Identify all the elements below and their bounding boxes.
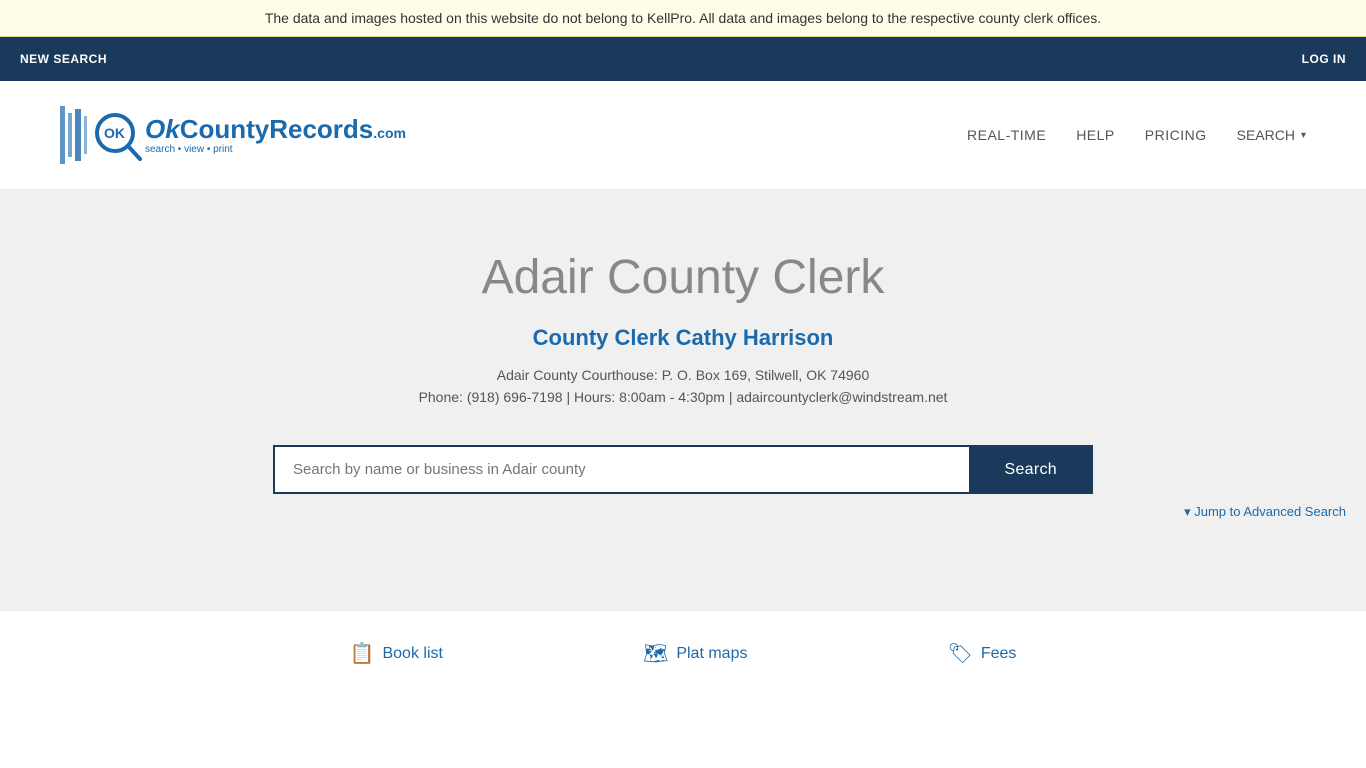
search-bar: Search — [273, 445, 1093, 494]
notice-banner: The data and images hosted on this websi… — [0, 0, 1366, 37]
logo-dotcom: .com — [373, 125, 406, 141]
nav-realtime[interactable]: REAL-TIME — [967, 127, 1046, 143]
footer-link-book-list[interactable]: 📋 Book list — [350, 641, 443, 666]
footer: 📋 Book list 🗺 Plat maps 🏷 Fees — [0, 610, 1366, 696]
log-in-link[interactable]: LOG IN — [1302, 52, 1346, 66]
logo-tagline: search • view • print — [145, 144, 406, 155]
logo-graphic: OK — [60, 101, 145, 169]
search-button[interactable]: Search — [969, 445, 1094, 494]
logo-area[interactable]: OK OkCountyRecords.com search • view • p… — [60, 101, 406, 169]
top-nav: NEW SEARCH LOG IN — [0, 37, 1366, 81]
footer-link-plat-maps[interactable]: 🗺 Plat maps — [643, 641, 748, 666]
clerk-name: County Clerk Cathy Harrison — [533, 325, 834, 351]
county-address: Adair County Courthouse: P. O. Box 169, … — [497, 367, 870, 383]
county-title: Adair County Clerk — [482, 250, 885, 305]
footer-link-fees[interactable]: 🏷 Fees — [947, 641, 1016, 666]
advanced-search-link[interactable]: ▾ Jump to Advanced Search — [1184, 504, 1346, 519]
search-input[interactable] — [273, 445, 969, 494]
county-phone: Phone: (918) 696-7198 | Hours: 8:00am - … — [419, 389, 948, 405]
main-content: Adair County Clerk County Clerk Cathy Ha… — [0, 190, 1366, 610]
main-nav: REAL-TIME HELP PRICING SEARCH ▾ — [967, 127, 1306, 143]
svg-text:OK: OK — [104, 125, 125, 141]
logo-ok: Ok — [145, 114, 180, 144]
book-list-icon: 📋 — [350, 641, 375, 666]
plat-maps-icon: 🗺 — [643, 641, 668, 666]
fees-label: Fees — [981, 645, 1017, 663]
nav-search-label: SEARCH — [1237, 127, 1295, 143]
site-header: OK OkCountyRecords.com search • view • p… — [0, 81, 1366, 190]
advanced-search-area: ▾ Jump to Advanced Search — [526, 504, 1346, 520]
fees-icon: 🏷 — [947, 641, 972, 666]
nav-search-dropdown[interactable]: SEARCH ▾ — [1237, 127, 1306, 143]
book-list-label: Book list — [382, 645, 442, 663]
chevron-down-icon: ▾ — [1301, 130, 1306, 141]
plat-maps-label: Plat maps — [676, 645, 747, 663]
nav-help[interactable]: HELP — [1076, 127, 1115, 143]
new-search-link[interactable]: NEW SEARCH — [20, 52, 107, 66]
logo-county-records: CountyRecords — [180, 114, 374, 144]
banner-text: The data and images hosted on this websi… — [265, 10, 1101, 26]
nav-pricing[interactable]: PRICING — [1145, 127, 1207, 143]
